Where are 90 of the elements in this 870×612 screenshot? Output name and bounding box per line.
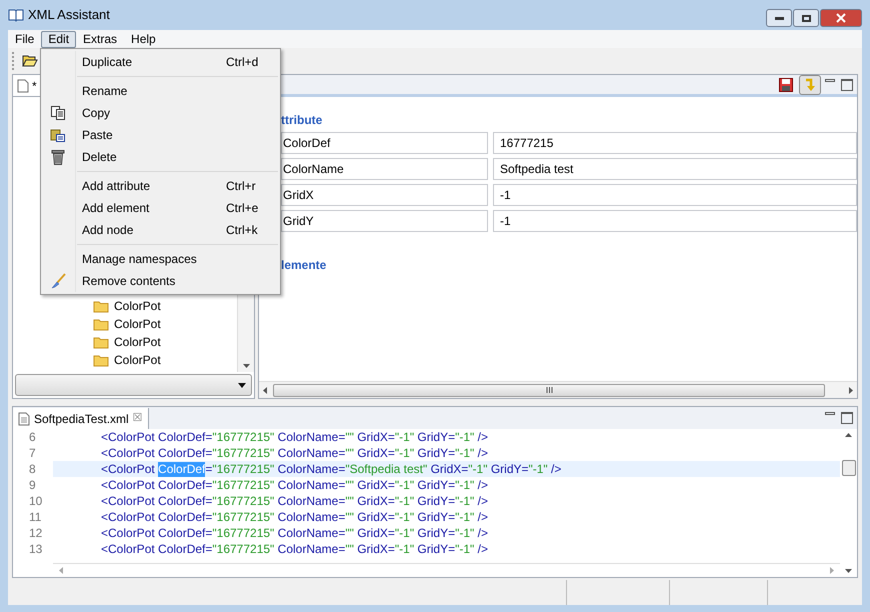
menu-item[interactable]: Help	[124, 30, 163, 48]
tree-item[interactable]: ColorPot	[114, 315, 161, 333]
tab-close-button[interactable]: ☒	[132, 410, 143, 427]
scroll-down-icon	[242, 364, 250, 368]
folder-icon	[93, 336, 109, 348]
shortcut-label: Ctrl+d	[226, 54, 260, 71]
line-number: 8	[28, 461, 37, 478]
tab-title: SoftpediaTest.xml	[34, 410, 129, 428]
shortcut-label: Ctrl+k	[226, 222, 259, 239]
line-number: 6	[28, 429, 37, 446]
menu-item[interactable]: Duplicate Ctrl+d	[41, 51, 280, 73]
code-line: <ColorPot ColorDef="16777215" ColorName="" GridX="-1" GridY="-1" />	[100, 541, 489, 557]
menu-item[interactable]: Add attribute Ctrl+r	[41, 175, 280, 197]
attribute-value-field[interactable]: 16777215	[493, 132, 857, 154]
shortcut-label: Ctrl+e	[226, 200, 260, 217]
attribute-name-field[interactable]: GridX	[281, 184, 488, 206]
curved-arrow-icon	[804, 78, 816, 92]
code-line: <ColorPot ColorDef="16777215" ColorName="" GridX="-1" GridY="-1" />	[100, 477, 489, 493]
line-number: 13	[28, 541, 44, 558]
save-button[interactable]	[777, 76, 795, 94]
code-line: <ColorPot ColorDef="16777215" ColorName="" GridX="-1" GridY="-1" />	[100, 493, 489, 509]
link-toggle-button[interactable]	[799, 74, 821, 94]
trash-icon	[51, 149, 65, 165]
menu-item[interactable]: Delete	[41, 146, 280, 168]
copy-icon	[50, 105, 66, 121]
menu-item[interactable]: File	[8, 30, 42, 48]
minimize-button[interactable]	[766, 9, 792, 27]
folder-icon	[93, 300, 109, 312]
document-icon	[18, 412, 30, 426]
attribute-name-field[interactable]: ColorDef	[281, 132, 488, 154]
dropdown-arrow-icon	[238, 382, 246, 388]
menu-item[interactable]: Add node Ctrl+k	[41, 219, 280, 241]
folder-icon	[93, 318, 109, 330]
menu-item[interactable]: Rename	[41, 80, 280, 102]
shortcut-label: Ctrl+r	[226, 178, 257, 195]
code-line: <ColorPot ColorDef="16777215" ColorName="" GridX="-1" GridY="-1" />	[100, 445, 489, 461]
attribute-value-field[interactable]: Softpedia test	[493, 158, 857, 180]
paste-icon	[50, 127, 66, 143]
grip-icon	[546, 387, 552, 393]
close-button[interactable]	[820, 9, 862, 27]
menu-item[interactable]: Extras	[76, 30, 124, 48]
maximize-button[interactable]	[793, 9, 819, 27]
attribute-value-field[interactable]: -1	[493, 184, 857, 206]
close-icon	[836, 13, 846, 23]
maximize-panel-button[interactable]	[841, 412, 853, 424]
code-line: <ColorPot ColorDef="16777215" ColorName="" GridX="-1" GridY="-1" />	[100, 429, 489, 445]
scroll-left-icon	[263, 386, 267, 394]
line-number: 12	[28, 525, 44, 542]
section-heading: lemente	[281, 257, 328, 274]
attribute-name-field[interactable]: ColorName	[281, 158, 488, 180]
line-number: 7	[28, 445, 37, 462]
save-icon	[779, 78, 793, 92]
section-heading: ttribute	[281, 112, 324, 129]
menu-item[interactable]: Add element Ctrl+e	[41, 197, 280, 219]
menu-item[interactable]: Manage namespaces	[41, 248, 280, 270]
folder-icon	[93, 354, 109, 366]
tree-item[interactable]: ColorPot	[114, 351, 161, 369]
scrollbar-thumb[interactable]	[273, 384, 825, 396]
line-number: 11	[28, 509, 42, 526]
code-line: <ColorPot ColorDef="16777215" ColorName="" GridX="-1" GridY="-1" />	[100, 509, 489, 525]
horizontal-scrollbar[interactable]	[53, 563, 840, 577]
menu-item[interactable]: Edit	[41, 30, 76, 48]
maximize-icon	[802, 14, 810, 22]
maximize-panel-button[interactable]	[841, 78, 853, 90]
line-number: 10	[28, 493, 44, 510]
window-title: XML Assistant	[28, 6, 110, 24]
scroll-left-icon	[59, 567, 63, 574]
scroll-right-icon	[830, 567, 834, 574]
tree-item[interactable]: ColorPot	[114, 333, 161, 351]
tree-tab[interactable]: *	[13, 75, 42, 96]
menu-item[interactable]: Copy	[41, 102, 280, 124]
menu-item[interactable]: Remove contents	[41, 270, 280, 292]
scrollbar-thumb[interactable]	[842, 460, 856, 476]
attribute-name-field[interactable]: GridY	[281, 210, 488, 232]
editor-tab[interactable]: SoftpediaTest.xml ☒	[13, 408, 149, 429]
book-icon	[8, 8, 24, 22]
scroll-right-icon	[849, 386, 853, 394]
horizontal-scrollbar[interactable]	[259, 381, 857, 398]
code-line: <ColorPot ColorDef="16777215" ColorName="" GridX="-1" GridY="-1" />	[100, 525, 489, 541]
attribute-value-field[interactable]: -1	[493, 210, 857, 232]
minimize-icon	[774, 16, 784, 20]
open-folder-icon	[22, 54, 38, 68]
scroll-down-icon	[845, 569, 852, 573]
document-icon	[17, 78, 29, 92]
menu-item[interactable]: Paste	[41, 124, 280, 146]
scroll-up-icon	[845, 433, 852, 437]
line-number: 9	[28, 477, 37, 494]
dropdown[interactable]	[15, 374, 252, 396]
brush-icon	[50, 273, 66, 289]
tree-item[interactable]: ColorPot	[114, 297, 161, 315]
